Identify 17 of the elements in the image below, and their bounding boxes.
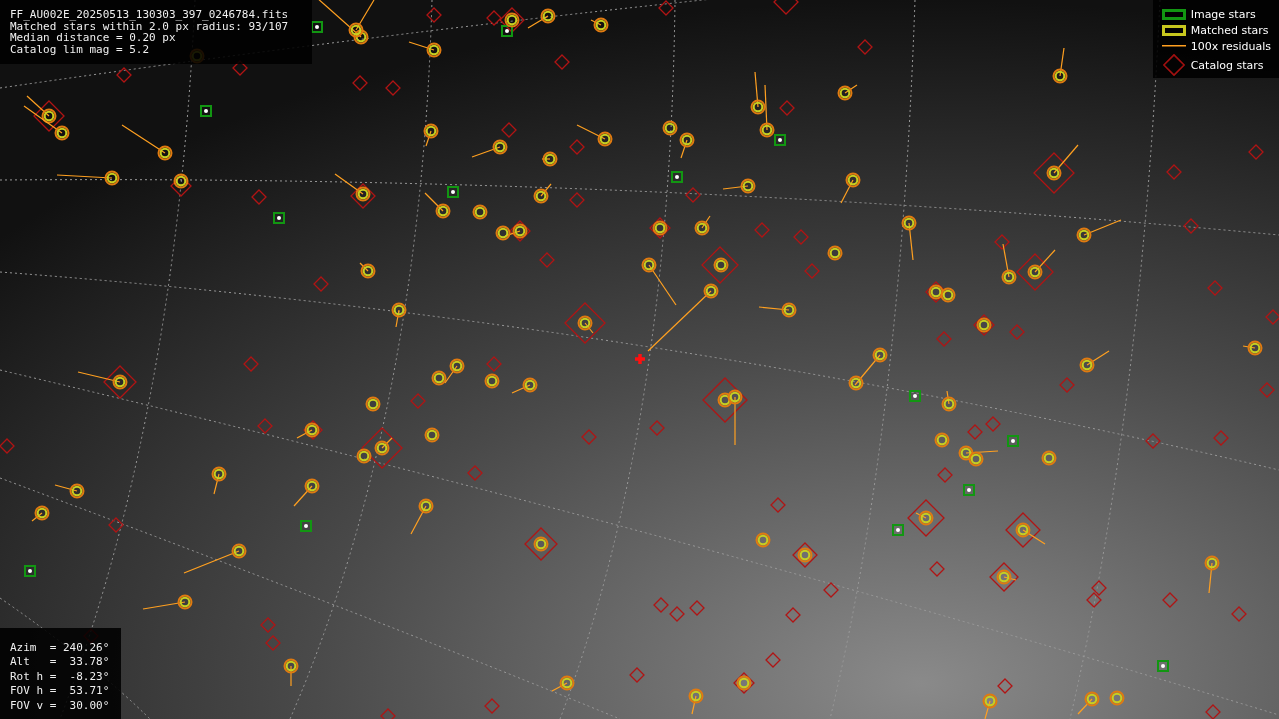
line-icon xyxy=(1161,45,1186,47)
legend-label: Image stars xyxy=(1190,7,1256,21)
pointing-text: Rot h = -8.23° xyxy=(10,669,111,684)
pointing-text: FOV h = 53.71° xyxy=(10,684,111,699)
info-text: Median distance = 0.20 px xyxy=(10,32,176,44)
legend-label: Catalog stars xyxy=(1190,58,1264,72)
pointing-text: Azim = 240.26° xyxy=(10,640,111,655)
info-text: Catalog lim mag = 5.2 xyxy=(10,43,151,55)
pointing-text: Alt = 33.78° xyxy=(10,655,111,670)
rectangle-icon xyxy=(1161,24,1186,36)
legend-label: Matched stars xyxy=(1190,23,1269,37)
diamond-icon xyxy=(1162,54,1185,76)
info-text: Matched stars within 2.0 px radius: 93/107 xyxy=(10,20,290,32)
pointing-text: FOV v = 30.00° xyxy=(10,698,111,713)
legend-label: 100x residuals xyxy=(1190,39,1271,53)
info-text: FF_AU002E_20250513_130303_397_0246784.fits xyxy=(10,9,290,21)
rectangle-icon xyxy=(1161,8,1186,20)
